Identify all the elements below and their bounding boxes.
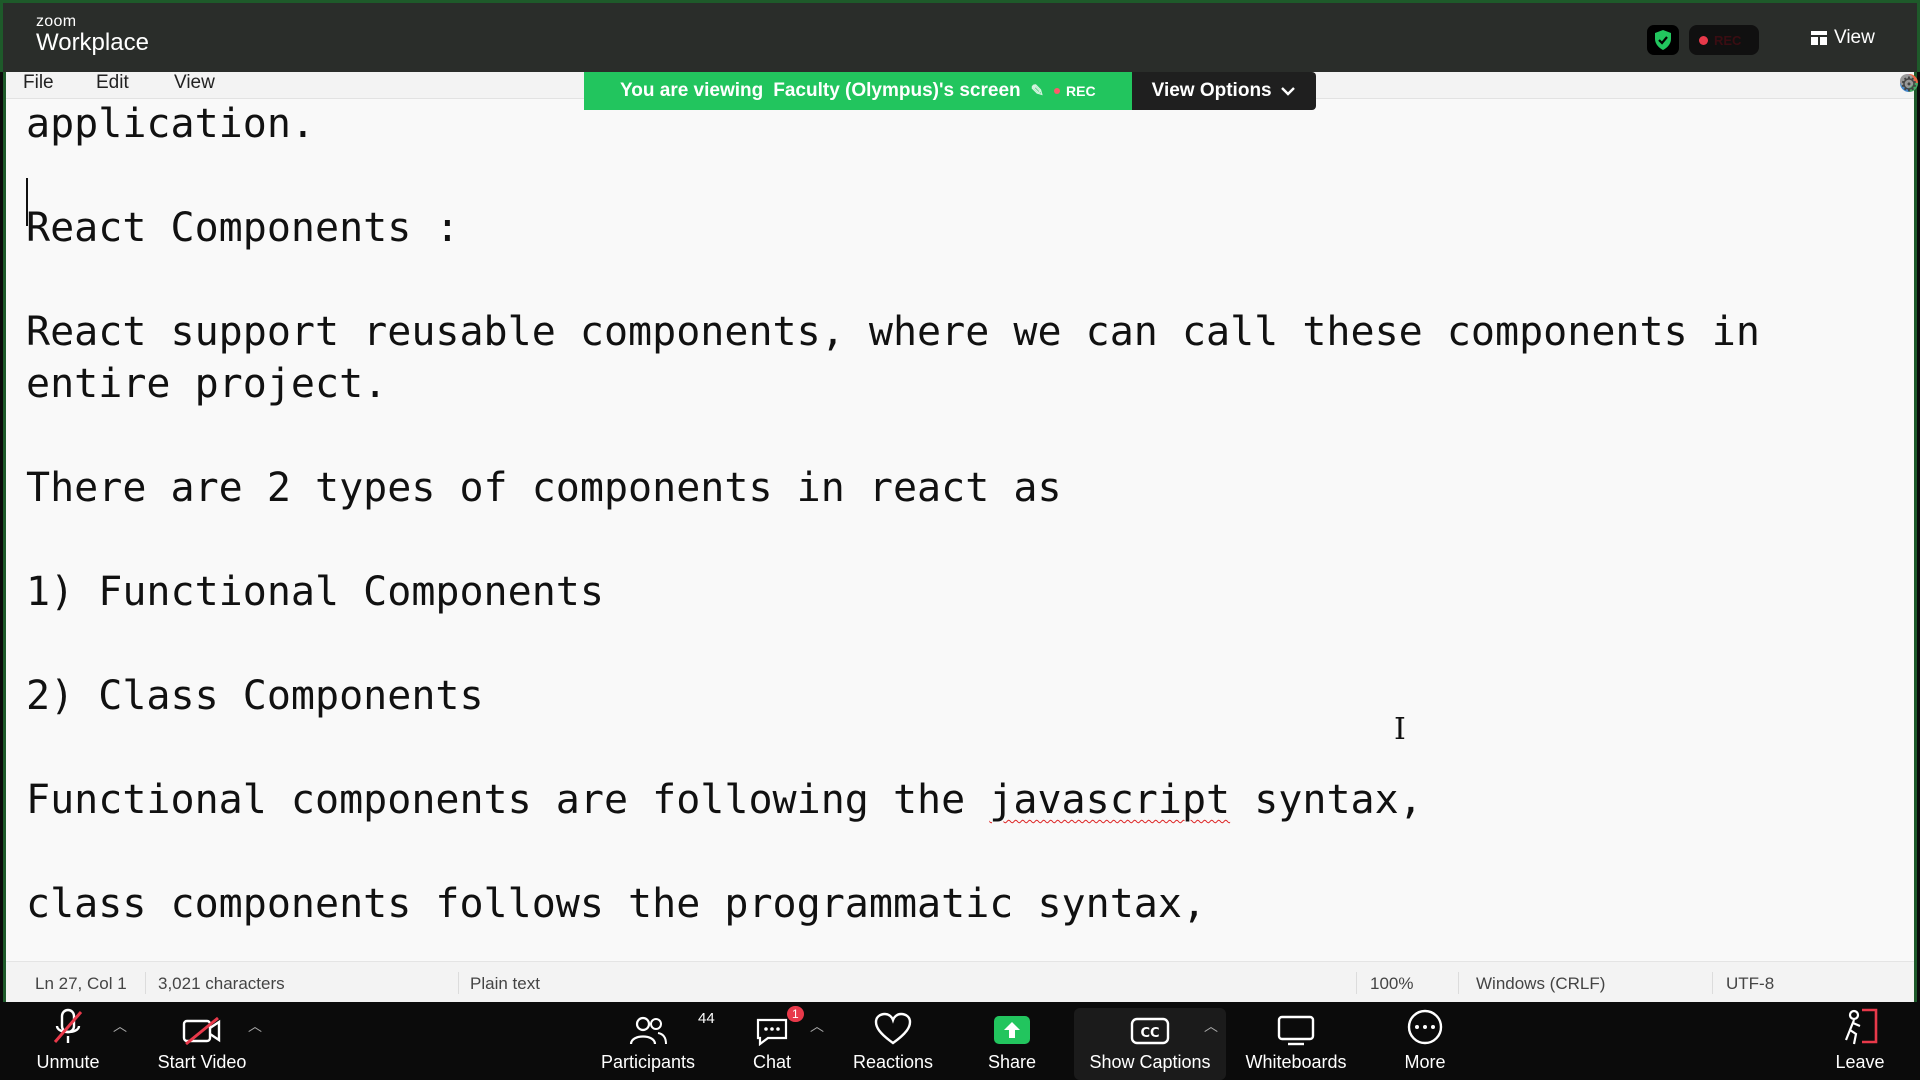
leave-button[interactable]: Leave [1830, 1002, 1890, 1080]
chevron-down-icon [1280, 87, 1295, 96]
misspelled-word[interactable]: javascript [989, 777, 1230, 823]
video-off-icon [182, 1016, 221, 1046]
settings-gear-icon[interactable]: ⚙ [1900, 74, 1918, 96]
security-shield-icon[interactable] [1647, 25, 1679, 55]
shared-screen: File Edit View ⚙ application. React Comp… [3, 72, 1918, 1002]
show-captions-label: Show Captions [1089, 1052, 1211, 1072]
share-screen-icon [994, 1016, 1030, 1044]
more-button[interactable]: More [1395, 1002, 1455, 1080]
chat-badge: 1 [787, 1006, 804, 1022]
viewing-name: Faculty (Olympus)'s screen [773, 80, 1021, 101]
chat-button[interactable]: 1 Chat [742, 1002, 804, 1080]
text-line: application. [26, 101, 315, 147]
video-options-caret-icon[interactable]: ︿ [248, 1016, 262, 1036]
audio-options-caret-icon[interactable]: ︿ [113, 1016, 127, 1036]
captions-options-caret-icon[interactable]: ︿ [1204, 1016, 1218, 1036]
status-type: Plain text [470, 974, 540, 993]
brand-small: zoom [36, 13, 77, 30]
unmute-label: Unmute [36, 1052, 100, 1072]
rec-label: REC [1714, 32, 1742, 48]
status-characters: 3,021 characters [158, 974, 285, 993]
status-position: Ln 27, Col 1 [35, 974, 127, 993]
whiteboard-icon [1277, 1015, 1315, 1046]
participants-icon [629, 1016, 667, 1045]
leave-icon [1844, 1008, 1878, 1045]
notepad-statusbar: Ln 27, Col 1 3,021 characters Plain text… [6, 961, 1914, 1002]
text-line: React support reusable components, where… [26, 309, 1760, 355]
share-label: Share [987, 1052, 1037, 1072]
participants-label: Participants [600, 1052, 696, 1072]
status-encoding[interactable]: UTF-8 [1726, 974, 1774, 994]
record-dot-icon [1699, 35, 1708, 45]
leave-label: Leave [1835, 1052, 1885, 1072]
status-zoom[interactable]: 100% [1370, 974, 1413, 994]
text-line: There are 2 types of components in react… [26, 465, 1062, 511]
svg-text:CC: CC [1140, 1026, 1159, 1041]
participants-button[interactable]: 44 Participants [598, 1002, 715, 1080]
menu-view[interactable]: View [174, 72, 215, 94]
chat-label: Chat [752, 1052, 792, 1072]
participants-count: 44 [698, 1010, 715, 1027]
mic-muted-icon [53, 1008, 83, 1043]
text-segment: Functional components are following the [26, 777, 990, 823]
view-options-label: View Options [1151, 80, 1272, 101]
text-line: React Components : [26, 205, 460, 251]
zoom-top-bar: zoom Workplace REC View [0, 0, 1920, 72]
whiteboards-button[interactable]: Whiteboards [1244, 1002, 1348, 1080]
banner-rec: REC [1054, 83, 1096, 99]
view-options-button[interactable]: View Options [1131, 72, 1316, 110]
reactions-button[interactable]: Reactions [848, 1002, 938, 1080]
more-icon [1407, 1009, 1443, 1045]
viewing-banner: You are viewing Faculty (Olympus)'s scre… [584, 72, 1316, 110]
show-captions-button[interactable]: CC Show Captions [1086, 1002, 1214, 1080]
notepad-editor[interactable]: application. React Components : React su… [26, 98, 1894, 962]
text-line: Functional components are following the … [26, 774, 1423, 826]
start-video-label: Start Video [157, 1052, 247, 1072]
status-line-ending[interactable]: Windows (CRLF) [1476, 974, 1605, 994]
viewing-info: You are viewing Faculty (Olympus)'s scre… [584, 72, 1132, 110]
recording-indicator[interactable]: REC [1689, 25, 1759, 55]
view-label: View [1834, 27, 1875, 48]
chat-options-caret-icon[interactable]: ︿ [810, 1016, 824, 1036]
zoom-logo: zoom Workplace [36, 14, 149, 56]
grid-view-icon [1811, 31, 1827, 45]
record-dot-icon [1054, 88, 1061, 94]
brand-big: Workplace [36, 29, 149, 56]
banner-rec-label: REC [1066, 83, 1096, 99]
text-segment: syntax, [1230, 777, 1423, 823]
text-line: 2) Class Components [26, 673, 484, 719]
viewing-prefix: You are viewing [620, 80, 764, 101]
more-label: More [1404, 1052, 1446, 1072]
meeting-toolbar: Unmute ︿ Start Video ︿ 44 Participants 1… [0, 1002, 1920, 1080]
text-line: 1) Functional Components [26, 569, 604, 615]
heart-icon [874, 1012, 912, 1045]
reactions-label: Reactions [852, 1052, 934, 1072]
unmute-button[interactable]: Unmute [28, 1002, 108, 1080]
ibeam-cursor-icon: I [1394, 712, 1406, 747]
share-button[interactable]: Share [982, 1002, 1042, 1080]
start-video-button[interactable]: Start Video [152, 1002, 252, 1080]
chat-icon [756, 1018, 788, 1046]
text-line: entire project. [26, 361, 388, 407]
pen-icon: ✎ [1030, 83, 1045, 100]
view-button[interactable]: View [1811, 27, 1875, 49]
closed-captions-icon: CC [1130, 1017, 1170, 1045]
text-line: class components follows the programmati… [26, 881, 1207, 927]
whiteboards-label: Whiteboards [1245, 1052, 1347, 1072]
menu-file[interactable]: File [23, 72, 54, 94]
menu-edit[interactable]: Edit [96, 72, 129, 94]
